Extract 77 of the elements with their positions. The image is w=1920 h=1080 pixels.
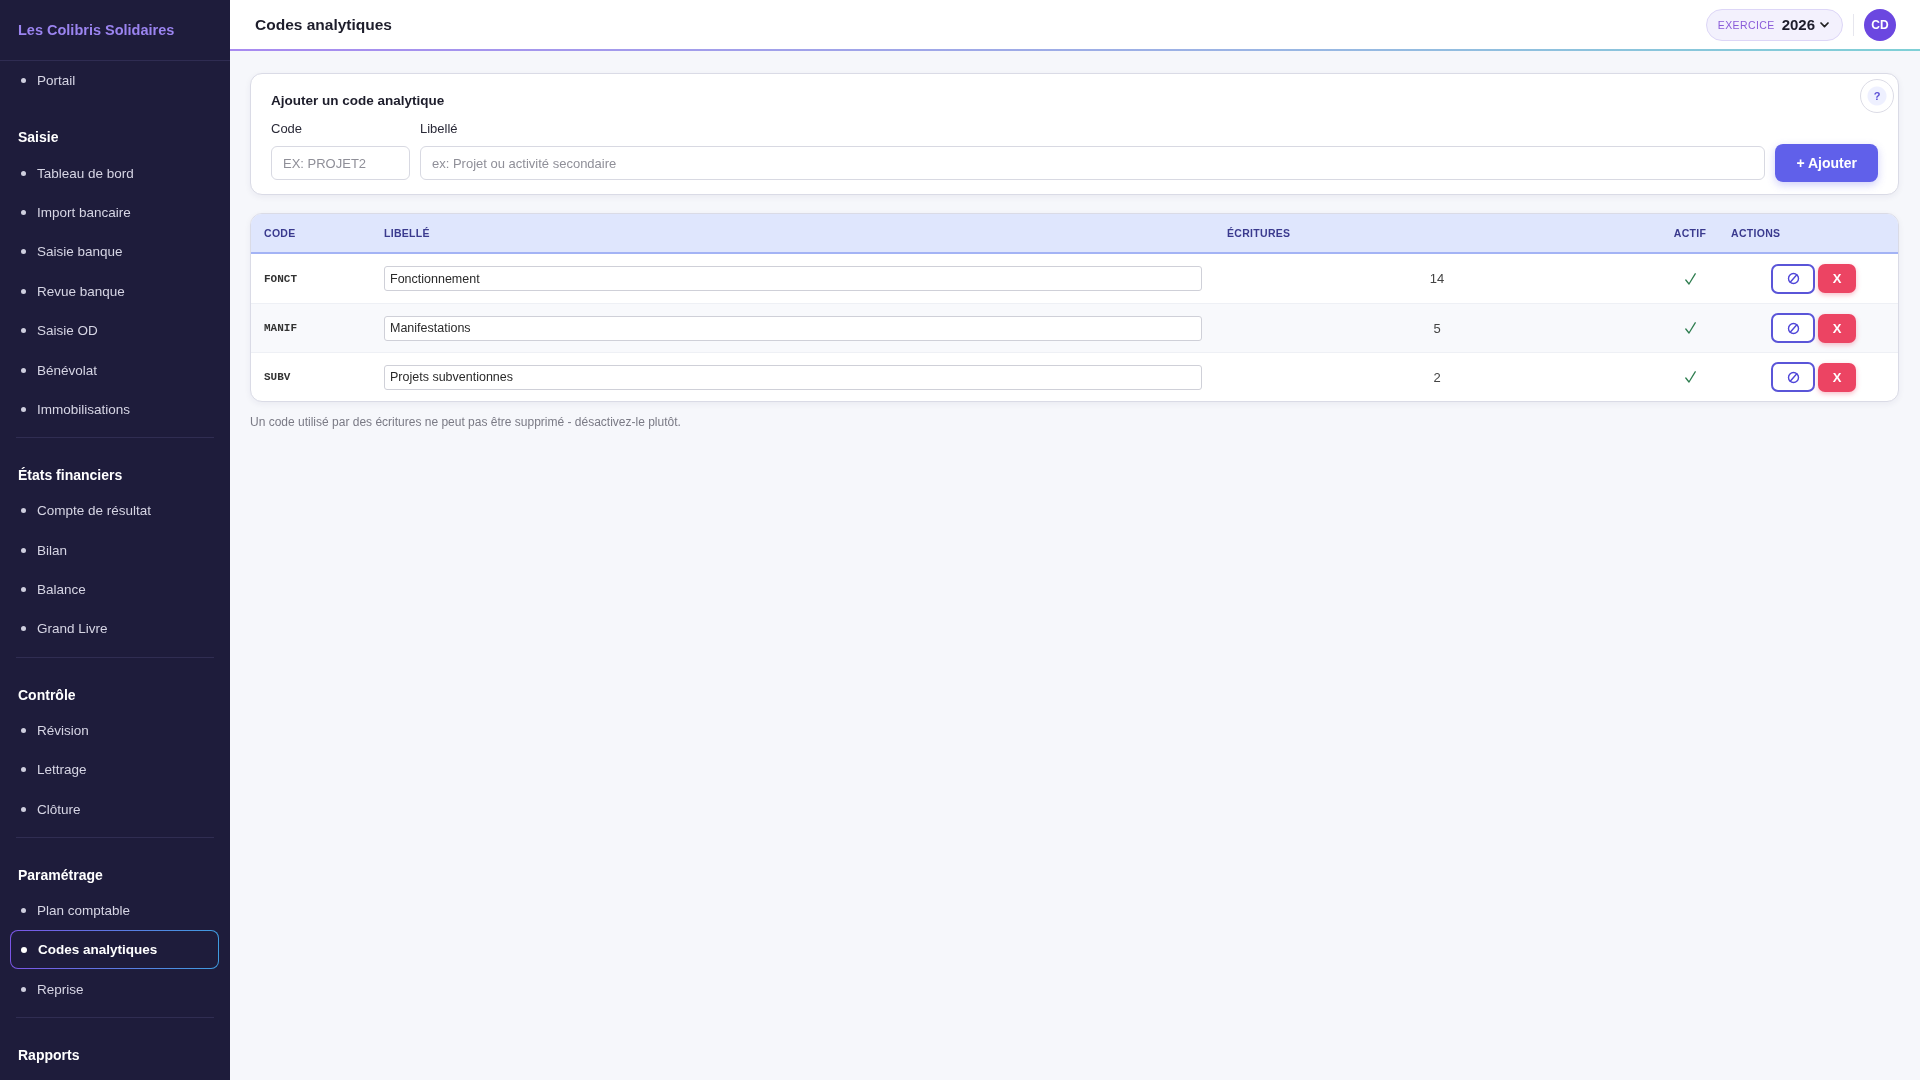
bullet-icon xyxy=(21,170,26,176)
sidebar-item[interactable]: Immobilisations xyxy=(21,400,131,418)
deactivate-button[interactable] xyxy=(1771,313,1815,343)
column-header: ACTIONS xyxy=(1731,227,1781,239)
slashed-circle-icon xyxy=(1786,272,1800,285)
field-label: Libellé xyxy=(420,121,458,137)
add-button[interactable]: + Ajouter xyxy=(1775,144,1878,182)
sidebar-item[interactable]: Reprise xyxy=(21,980,84,998)
delete-button[interactable]: X xyxy=(1818,362,1856,392)
code-input[interactable]: EX: PROJET2 xyxy=(271,146,410,180)
delete-button[interactable]: X xyxy=(1818,264,1856,293)
field-label: Code xyxy=(271,121,303,137)
label-input[interactable]: ex: Projet ou activité secondaire xyxy=(420,146,1766,180)
bullet-icon xyxy=(21,367,26,373)
label-input[interactable]: Fonctionnement xyxy=(384,266,1202,291)
sidebar-item[interactable]: Saisie banque xyxy=(21,243,123,261)
bullet-icon xyxy=(21,626,26,632)
bullet-icon xyxy=(21,288,26,294)
bullet-icon xyxy=(21,78,26,84)
bullet-icon xyxy=(21,328,26,334)
sidebar-item[interactable]: Bénévolat xyxy=(21,361,98,379)
bullet-icon xyxy=(21,986,26,992)
chevron-down-icon xyxy=(1820,21,1829,28)
bullet-icon xyxy=(21,508,26,514)
column-header: CODE xyxy=(264,227,296,239)
sidebar-item[interactable]: Révision xyxy=(21,721,89,739)
bullet-icon xyxy=(21,908,26,914)
section-heading: États financiers xyxy=(18,466,123,486)
sidebar-item[interactable]: Tableau de bord xyxy=(21,164,134,182)
label-input[interactable]: Manifestations xyxy=(384,315,1202,341)
code-value: SUBV xyxy=(264,371,291,383)
sidebar-item[interactable]: Saisie OD xyxy=(21,322,98,340)
sidebar-item[interactable]: Balance xyxy=(21,581,86,599)
sidebar-item[interactable]: Clôture xyxy=(21,800,81,818)
bullet-icon xyxy=(21,547,26,553)
sidebar-item[interactable]: Plan comptable xyxy=(21,902,131,920)
bullet-icon xyxy=(21,587,26,593)
section-heading: Contrôle xyxy=(18,685,76,705)
sidebar-item[interactable]: Revue banque xyxy=(21,282,125,300)
entry-count: 2 xyxy=(1433,369,1441,385)
bullet-icon xyxy=(21,406,26,412)
sidebar-item[interactable]: Portail xyxy=(21,72,76,90)
bullet-icon xyxy=(21,727,26,733)
entry-count: 14 xyxy=(1429,271,1445,286)
code-value: FONCT xyxy=(264,272,297,285)
label-input[interactable]: Projets subventionnes xyxy=(384,364,1202,390)
delete-button[interactable]: X xyxy=(1818,313,1856,343)
column-header: ACTIF xyxy=(1673,227,1707,239)
slashed-circle-icon xyxy=(1786,370,1800,384)
code-value: MANIF xyxy=(264,322,297,334)
sidebar-item[interactable]: Grand Livre xyxy=(21,620,108,638)
bullet-icon xyxy=(21,209,26,215)
sidebar-item[interactable]: Bilan xyxy=(21,541,68,559)
sidebar-item[interactable]: Import bancaire xyxy=(21,203,131,221)
deactivate-button[interactable] xyxy=(1771,263,1815,294)
bullet-icon xyxy=(21,806,26,812)
user-avatar[interactable]: CD xyxy=(1864,8,1896,41)
slashed-circle-icon xyxy=(1786,321,1800,335)
sidebar-item[interactable]: Lettrage xyxy=(21,761,87,779)
sidebar-item[interactable]: Compte de résultat xyxy=(21,502,152,520)
fiscal-year-select[interactable]: EXERCICE 2026 xyxy=(1705,8,1843,41)
help-note: Un code utilisé par des écritures ne peut pas être supprimé - désactivez-le plutôt. xyxy=(250,415,681,429)
help-button[interactable]: ? xyxy=(1860,79,1894,113)
brand-name: Les Colibris Solidaires xyxy=(18,22,175,38)
section-heading: Saisie xyxy=(18,128,59,148)
sidebar-item[interactable]: Codes analytiques xyxy=(10,930,219,970)
column-header: ÉCRITURES xyxy=(1227,227,1291,239)
deactivate-button[interactable] xyxy=(1771,362,1815,392)
bullet-icon xyxy=(21,249,26,255)
section-heading: Rapports xyxy=(18,1046,80,1066)
section-heading: Paramétrage xyxy=(18,865,103,885)
bullet-icon xyxy=(21,767,26,773)
column-header: LIBELLÉ xyxy=(384,227,430,239)
bullet-icon xyxy=(21,946,27,953)
form-title: Ajouter un code analytique xyxy=(271,92,445,110)
page-title: Codes analytiques xyxy=(255,15,392,34)
entry-count: 5 xyxy=(1433,320,1441,336)
